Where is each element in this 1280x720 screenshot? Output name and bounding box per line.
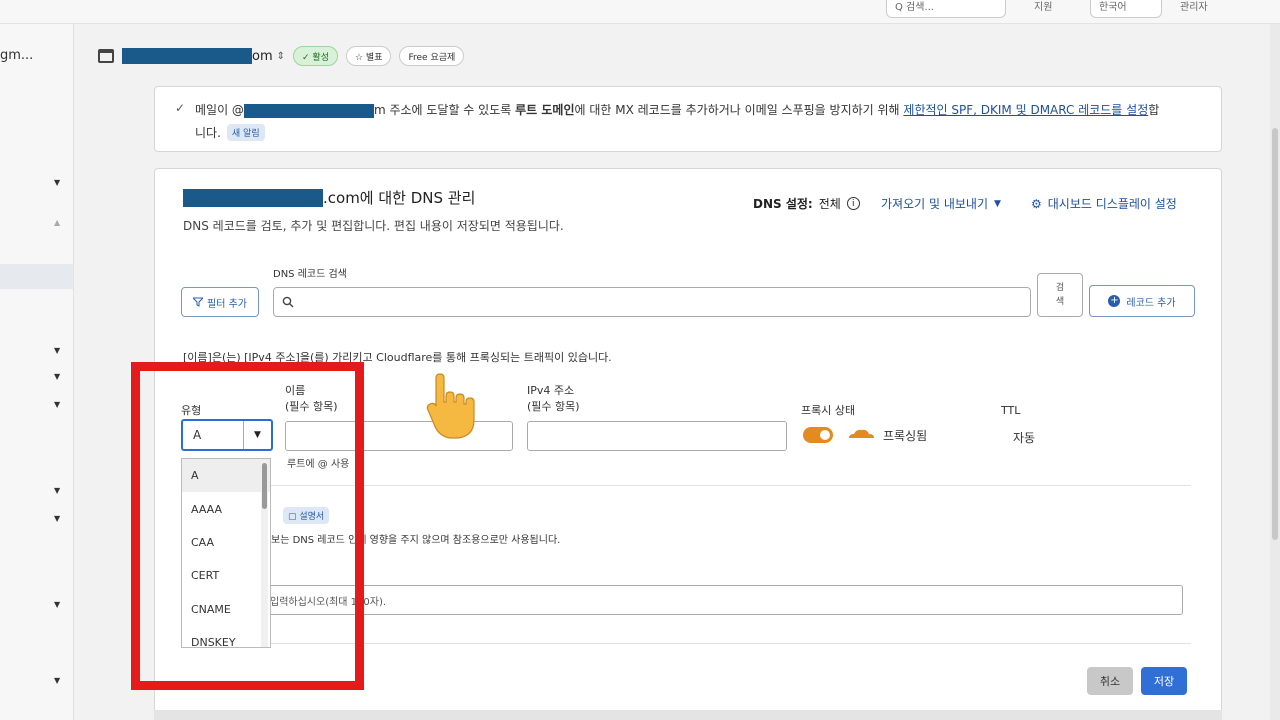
ipv4-input[interactable]: [527, 421, 787, 451]
search-label: DNS 레코드 검색: [273, 269, 347, 280]
notice-line2-text: 니다.: [195, 126, 221, 140]
chevron-down-icon[interactable]: ▼: [54, 346, 60, 355]
top-bar: Q 검색... 지원 한국어 관리자: [0, 0, 1280, 24]
chevron-down-icon[interactable]: ▼: [54, 514, 60, 523]
support-link[interactable]: 지원: [1034, 0, 1052, 13]
zone-header: om ⇕ ✓ 활성 ☆ 별표 Free 요금제: [98, 44, 465, 68]
dns-search-input[interactable]: [273, 287, 1031, 317]
info-icon[interactable]: i: [846, 197, 860, 210]
ipv4-label-text: IPv4 주소: [527, 384, 575, 397]
notice-line-1: 메일이 @ m 주소에 도달할 수 있도록 루트 도메인에 대한 MX 레코드를 …: [195, 101, 1159, 118]
status-badge: ✓ 활성: [293, 46, 338, 66]
chevron-down-icon[interactable]: ▼: [54, 676, 60, 685]
add-record-button[interactable]: + 레코드 추가: [1089, 285, 1195, 317]
ttl-value: 자동: [1013, 431, 1036, 445]
page-scrollbar[interactable]: [1270, 24, 1280, 720]
page-subtitle: DNS 레코드를 검토, 추가 및 편집합니다. 편집 내용이 저장되면 적용됩…: [183, 219, 564, 233]
filter-icon: [193, 297, 203, 307]
proxy-toggle[interactable]: [803, 427, 833, 443]
chevron-down-icon[interactable]: ▼: [54, 372, 60, 381]
global-search-input[interactable]: Q 검색...: [886, 0, 1006, 18]
caret-down-icon: ▼: [994, 198, 1001, 209]
new-notice-tag: 새 알림: [226, 124, 265, 141]
plus-circle-icon: +: [1108, 295, 1121, 307]
search-button-label: 검색: [1055, 283, 1065, 307]
cloud-icon: [849, 429, 874, 438]
search-button[interactable]: 검색: [1037, 273, 1083, 317]
redacted-domain: [122, 48, 252, 64]
website-icon: [98, 49, 114, 63]
highlight-box: [131, 362, 364, 690]
notice-tail: 에 대한 MX 레코드를 추가하거나 이메일 스푸핑을 방지하기 위해: [574, 103, 904, 117]
switch-zone-icon[interactable]: ⇕: [277, 51, 285, 62]
ipv4-required-text: (필수 항목): [527, 400, 580, 413]
redacted-domain: [183, 188, 323, 207]
notice-line-2: 니다. 새 알림: [195, 124, 265, 141]
mx-notice: ✓ 메일이 @ m 주소에 도달할 수 있도록 루트 도메인에 대한 MX 레코드…: [154, 86, 1222, 152]
add-record-label: 레코드 추가: [1126, 297, 1176, 309]
scrollbar-thumb[interactable]: [1272, 128, 1278, 540]
account-name[interactable]: gm...: [0, 48, 33, 63]
domain-suffix: om: [252, 48, 273, 64]
language-label: 한국어: [1099, 1, 1127, 13]
plan-badge[interactable]: Free 요금제: [399, 46, 465, 66]
sidebar-selected-item[interactable]: [0, 264, 73, 289]
search-icon: [282, 296, 294, 308]
chevron-down-icon[interactable]: ▼: [54, 178, 60, 187]
cancel-button[interactable]: 취소: [1087, 667, 1133, 695]
dns-settings: DNS 설정: 전체 i: [753, 195, 860, 212]
import-export-label: 가져오기 및 내보내기: [881, 197, 988, 211]
spf-dkim-dmarc-link[interactable]: 제한적인 SPF, DKIM 및 DMARC 레코드를 설정: [903, 103, 1148, 117]
gear-icon: ⚙: [1031, 196, 1042, 211]
pointing-hand-icon: [426, 373, 475, 439]
global-search-label: Q 검색...: [895, 1, 934, 13]
admin-menu[interactable]: 관리자: [1180, 0, 1208, 13]
next-section: [154, 710, 1222, 720]
zone-domain[interactable]: om ⇕: [122, 48, 285, 64]
chevron-up-icon[interactable]: ▲: [54, 218, 60, 227]
add-filter-label: 필터 추가: [207, 298, 247, 310]
proxy-status-label: 프록시 상태: [801, 404, 856, 417]
language-menu[interactable]: 한국어: [1090, 0, 1162, 18]
check-icon: ✓: [175, 101, 186, 115]
chevron-down-icon[interactable]: ▼: [54, 600, 60, 609]
comment-input[interactable]: 입력하십시오(최대 100자).: [259, 585, 1183, 615]
redacted-domain: [243, 103, 374, 118]
notice-mid: m 주소에 도달할 수 있도록: [373, 103, 516, 117]
save-button[interactable]: 저장: [1141, 667, 1187, 695]
page-title: .com에 대한 DNS 관리: [183, 187, 475, 208]
add-filter-button[interactable]: 필터 추가: [181, 287, 259, 317]
sidebar: gm... ▼ ▲ ▼ ▼ ▼ ▼ ▼ ▼ ▼: [0, 24, 74, 720]
chevron-down-icon[interactable]: ▼: [54, 486, 60, 495]
notice-end: 합: [1148, 103, 1160, 117]
dashboard-settings-label: 대시보드 디스플레이 설정: [1047, 197, 1177, 211]
ipv4-label: IPv4 주소 (필수 항목): [527, 383, 580, 415]
ttl-label: TTL: [1001, 404, 1021, 417]
import-export-menu[interactable]: 가져오기 및 내보내기 ▼: [881, 195, 1001, 212]
notice-bold: 루트 도메인: [515, 103, 575, 117]
star-button[interactable]: ☆ 별표: [345, 46, 392, 66]
dashboard-settings-link[interactable]: ⚙ 대시보드 디스플레이 설정: [1031, 195, 1177, 212]
notice-prefix: 메일이 @: [195, 103, 244, 117]
proxy-status-value: 프록싱됨: [883, 429, 928, 443]
dns-settings-value: 전체: [818, 197, 841, 211]
title-suffix: .com에 대한 DNS 관리: [323, 189, 476, 207]
chevron-down-icon[interactable]: ▼: [54, 400, 60, 409]
dns-settings-label: DNS 설정:: [753, 197, 813, 211]
